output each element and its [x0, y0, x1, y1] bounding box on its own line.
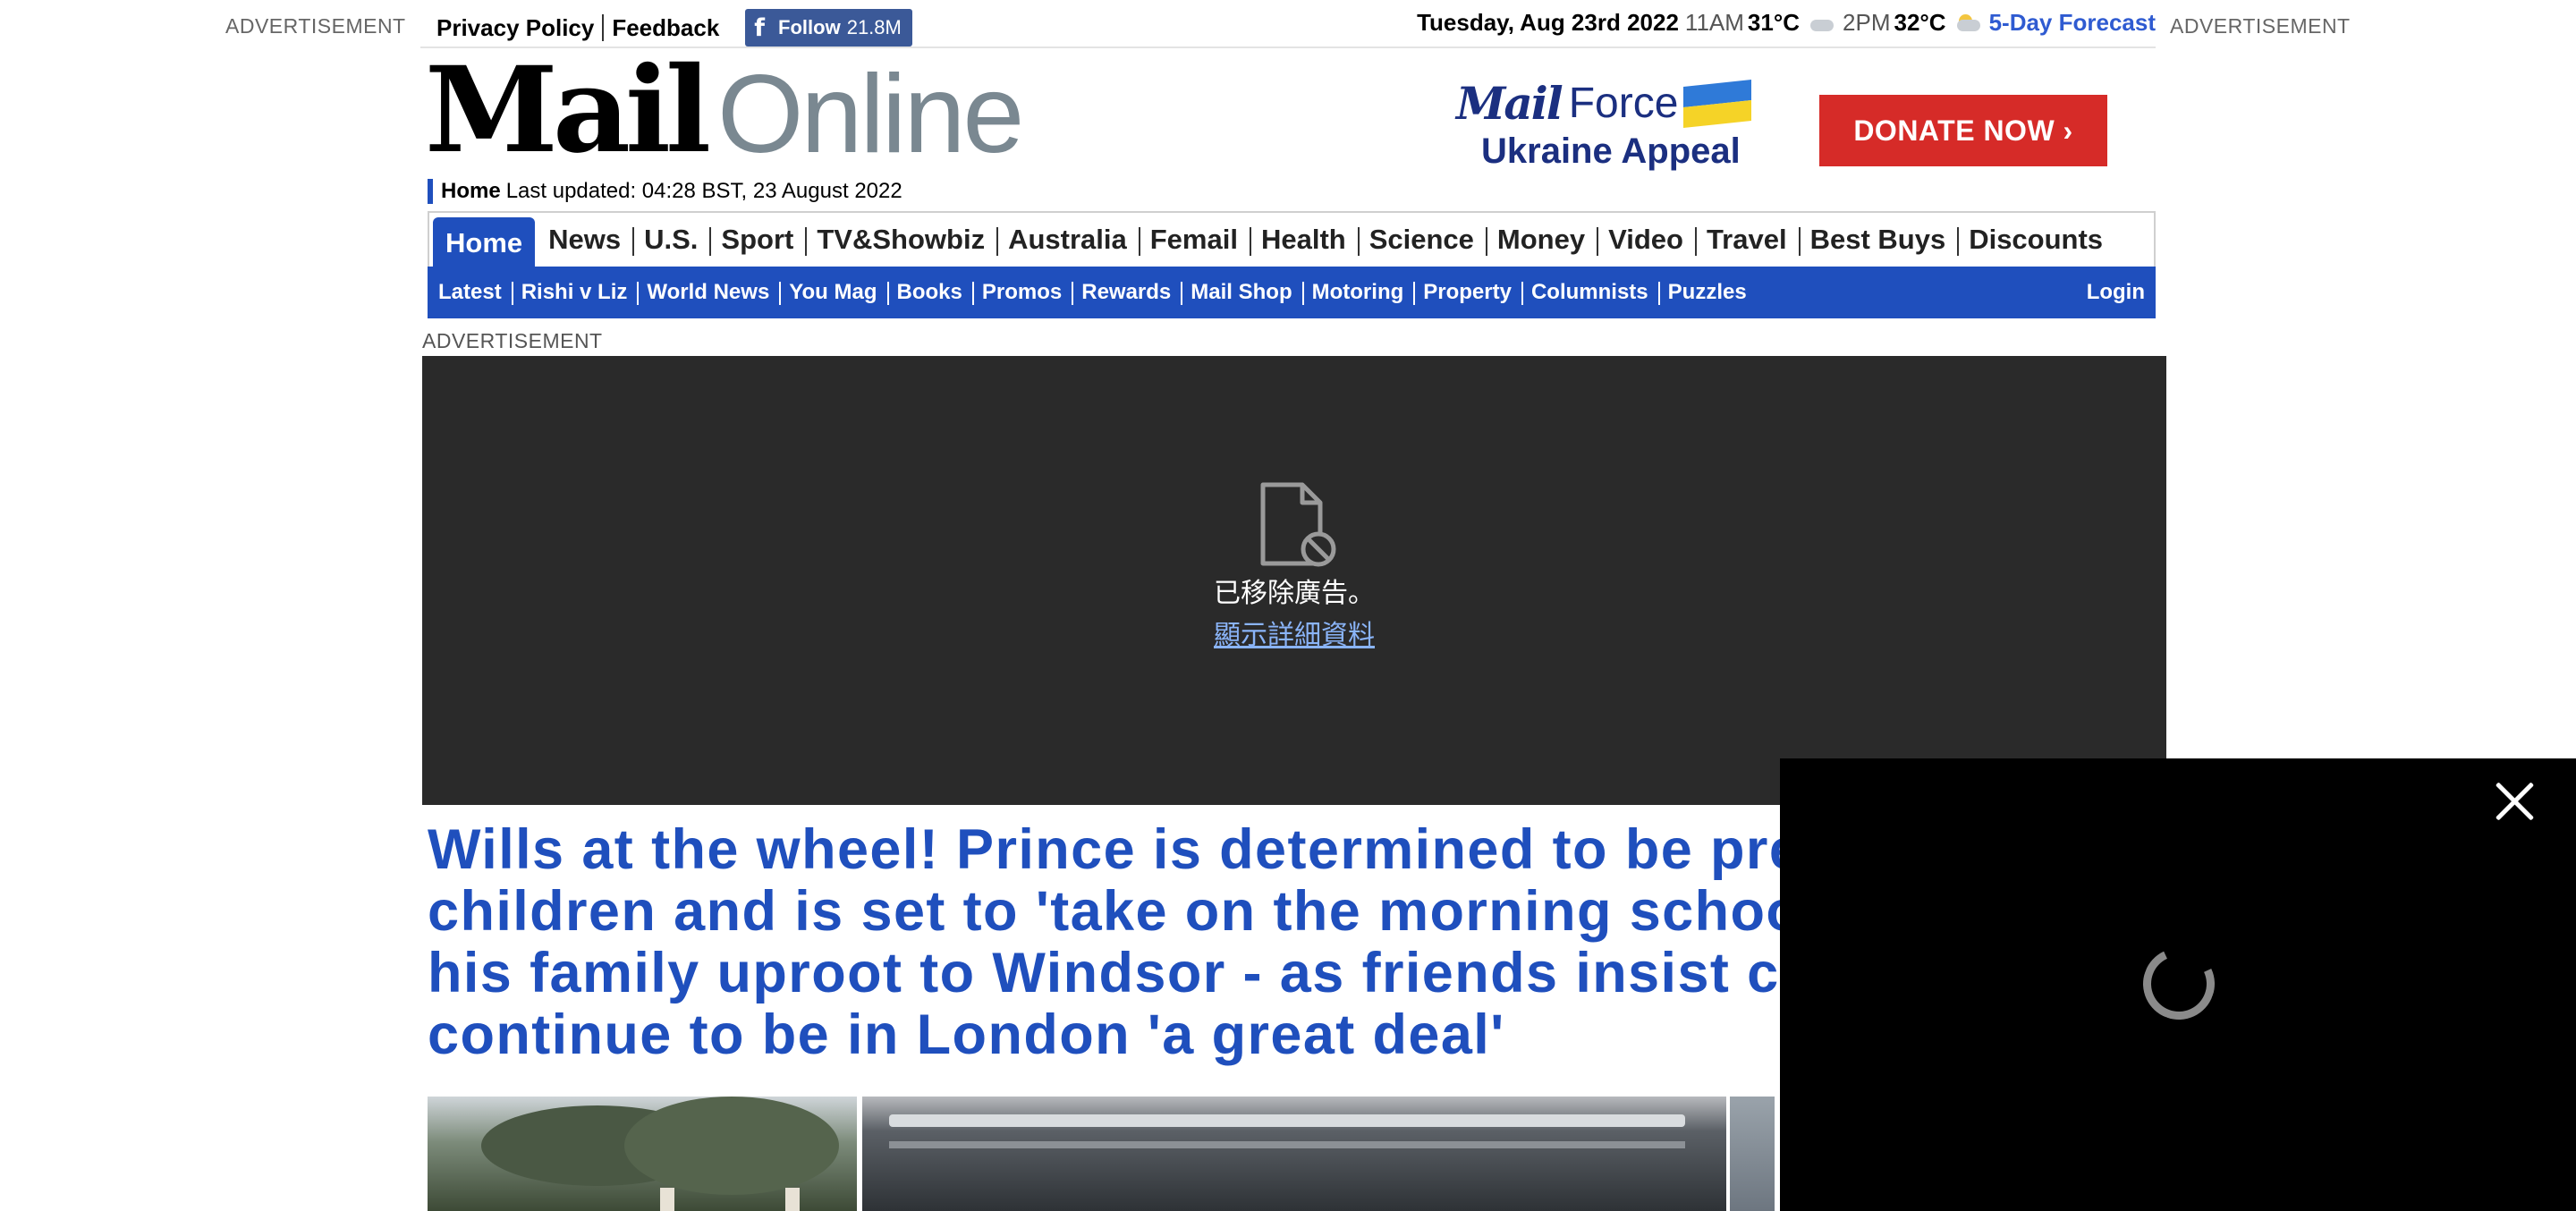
feedback-link[interactable]: Feedback: [612, 14, 719, 42]
facebook-follow-label: Follow: [778, 16, 841, 38]
weather-time: 11AM: [1684, 9, 1744, 36]
breadcrumb: Home Last updated: 04:28 BST, 23 August …: [428, 179, 902, 204]
weather-bar: Tuesday, Aug 23rd 2022 11AM 31°C 2PM 32°…: [1417, 9, 2156, 37]
current-date: Tuesday, Aug 23rd 2022: [1417, 9, 1679, 36]
logo-online-text: Online: [716, 53, 1024, 176]
blocked-file-icon: [1260, 482, 1336, 567]
nav-item-health[interactable]: Health: [1249, 213, 1358, 267]
mailonline-logo[interactable]: Mail Online: [424, 41, 1024, 180]
sun-cloud-icon: [1955, 13, 1982, 34]
subnav-item-latest[interactable]: Latest: [428, 280, 512, 305]
article-image[interactable]: [1730, 1097, 1775, 1211]
nav-item-best-buys[interactable]: Best Buys: [1798, 213, 1958, 267]
donate-now-button[interactable]: DONATE NOW ›: [1819, 95, 2107, 166]
advertisement-label: ADVERTISEMENT: [422, 329, 603, 352]
logo-mail-text: Mail: [424, 41, 711, 180]
subnav-item-world-news[interactable]: World News: [637, 280, 779, 305]
nav-item-femail[interactable]: Femail: [1138, 213, 1250, 267]
nav-item-science[interactable]: Science: [1357, 213, 1486, 267]
nav-item-home[interactable]: Home: [433, 217, 536, 269]
nav-item-video[interactable]: Video: [1597, 213, 1695, 267]
nav-item-money[interactable]: Money: [1485, 213, 1597, 267]
ukraine-flag-icon: [1683, 79, 1752, 128]
mail-force-logo-force: Force: [1568, 80, 1679, 127]
floating-video-player[interactable]: [1780, 758, 2576, 1211]
subnav-item-property[interactable]: Property: [1413, 280, 1521, 305]
weather-time: 2PM: [1843, 9, 1891, 36]
ad-removed-text: 已移除廣告。: [1214, 579, 1375, 608]
five-day-forecast-link[interactable]: 5-Day Forecast: [1989, 9, 2156, 37]
privacy-policy-link[interactable]: Privacy Policy: [436, 14, 594, 42]
nav-item-news[interactable]: News: [537, 213, 632, 267]
last-updated-text: Last updated: 04:28 BST, 23 August 2022: [505, 179, 902, 203]
mail-force-logo-mail: Mail: [1456, 77, 1563, 130]
facebook-follow-count: 21.8M: [846, 16, 902, 38]
nav-item-australia[interactable]: Australia: [996, 213, 1139, 267]
partly-cloudy-icon: [1809, 13, 1835, 34]
subnav-item-you-mag[interactable]: You Mag: [779, 280, 886, 305]
show-details-link[interactable]: 顯示詳細資料: [422, 613, 2166, 652]
facebook-follow-button[interactable]: f Follow 21.8M: [745, 9, 912, 47]
nav-item-sport[interactable]: Sport: [709, 213, 805, 267]
removed-ad-panel: 已移除廣告。 顯示詳細資料: [422, 356, 2166, 805]
login-link[interactable]: Login: [2087, 280, 2145, 305]
advertisement-label-right: ADVERTISEMENT: [2170, 14, 2351, 38]
subnav-item-columnists[interactable]: Columnists: [1521, 280, 1658, 305]
nav-item-discounts[interactable]: Discounts: [1957, 213, 2114, 267]
nav-item-tv-showbiz[interactable]: TV&Showbiz: [805, 213, 996, 267]
nav-item-u-s[interactable]: U.S.: [632, 213, 709, 267]
subnav-item-books[interactable]: Books: [886, 280, 972, 305]
subnav-item-motoring[interactable]: Motoring: [1301, 280, 1414, 305]
mail-force-promo[interactable]: Mail Force Ukraine Appeal: [1456, 77, 1778, 182]
advertisement-label-left: ADVERTISEMENT: [225, 14, 406, 38]
facebook-icon: f: [754, 13, 766, 42]
divider: [602, 14, 605, 41]
close-icon[interactable]: [2490, 776, 2538, 825]
main-nav: Home News U.S. Sport TV&Showbiz Australia Fema…: [428, 211, 2156, 269]
weather-temp: 31°C: [1747, 9, 1801, 36]
ukraine-appeal-text: Ukraine Appeal: [1481, 131, 1741, 171]
article-image[interactable]: [428, 1097, 857, 1211]
nav-item-travel[interactable]: Travel: [1694, 213, 1799, 267]
loading-spinner-icon: [2132, 937, 2225, 1030]
subnav-item-rewards[interactable]: Rewards: [1072, 280, 1181, 305]
breadcrumb-home[interactable]: Home: [441, 179, 501, 204]
subnav-item-rishi-v-liz[interactable]: Rishi v Liz: [511, 280, 638, 305]
sub-nav: Latest Rishi v Liz World News You Mag Books P…: [428, 267, 2156, 318]
subnav-item-mail-shop[interactable]: Mail Shop: [1181, 280, 1301, 305]
subnav-item-promos[interactable]: Promos: [971, 280, 1072, 305]
weather-temp: 32°C: [1894, 9, 1946, 36]
subnav-item-puzzles[interactable]: Puzzles: [1657, 280, 1757, 305]
article-image[interactable]: [862, 1097, 1726, 1211]
